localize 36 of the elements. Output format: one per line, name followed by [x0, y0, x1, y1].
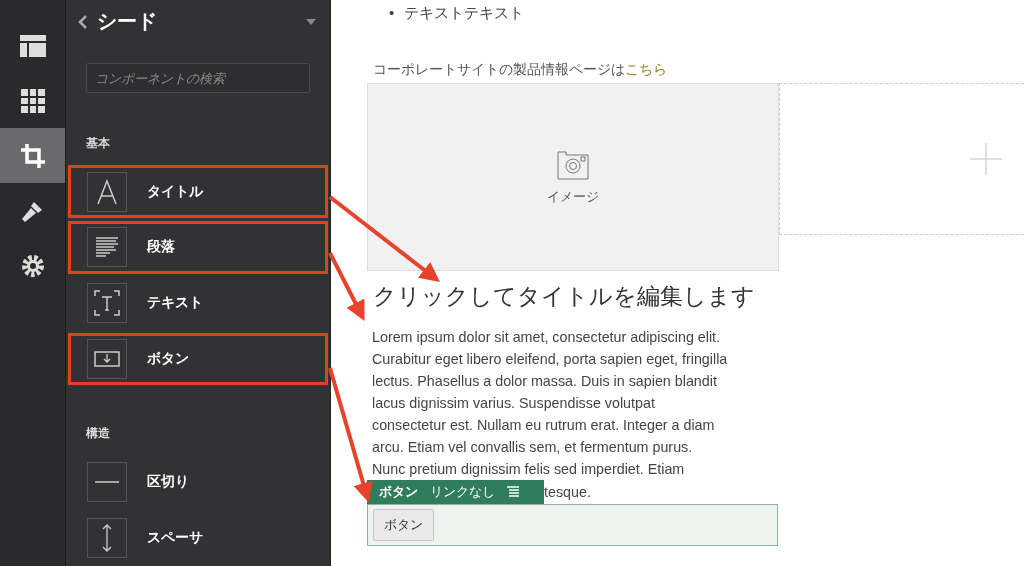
component-item[interactable]: 段落	[68, 220, 328, 274]
back-icon[interactable]	[78, 14, 87, 29]
grid-icon	[20, 88, 45, 113]
bullet-marker: •	[389, 3, 395, 23]
dropdown-caret-icon[interactable]	[306, 18, 316, 25]
page-title: クリックしてタイトルを編集します	[373, 281, 756, 311]
bullet-item: テキストテキスト	[404, 3, 525, 23]
component-item[interactable]: スペーサ	[68, 511, 328, 564]
paragraph-tail: tesque.	[544, 483, 591, 500]
toolbar-link-label[interactable]: リンクなし	[430, 482, 495, 501]
section-heading: 構造	[85, 425, 111, 443]
letter-icon	[95, 178, 119, 205]
image-label: イメージ	[547, 187, 599, 206]
component-item[interactable]: タイトル	[68, 165, 328, 218]
crop-icon	[20, 143, 45, 168]
image-placeholder[interactable]: イメージ	[367, 82, 779, 271]
link[interactable]: こちら	[625, 60, 667, 77]
button-frame-icon	[94, 351, 120, 367]
component-item[interactable]: ボタン	[68, 332, 328, 386]
text-frame-icon	[94, 290, 120, 317]
component-item[interactable]: 区切り	[68, 455, 328, 509]
link-sentence: コーポレートサイトの製品情報ページは こちら	[373, 60, 668, 79]
divider-icon	[95, 480, 119, 483]
vertical-arrow-icon	[102, 523, 112, 552]
toolbar-type-label: ボタン	[379, 482, 418, 501]
page-button[interactable]: ボタン	[373, 508, 434, 541]
layout-icon	[19, 34, 46, 57]
plus-icon	[970, 142, 1002, 175]
section-heading: 基本	[85, 135, 111, 153]
search-field[interactable]: コンポーネントの検索	[86, 63, 310, 94]
panel-title: シード	[97, 9, 158, 35]
settings-icon	[20, 253, 45, 278]
list-menu-icon[interactable]	[507, 486, 519, 497]
rail-button[interactable]	[0, 128, 65, 183]
paragraph-icon	[96, 237, 118, 258]
component-item[interactable]: テキスト	[68, 276, 328, 330]
